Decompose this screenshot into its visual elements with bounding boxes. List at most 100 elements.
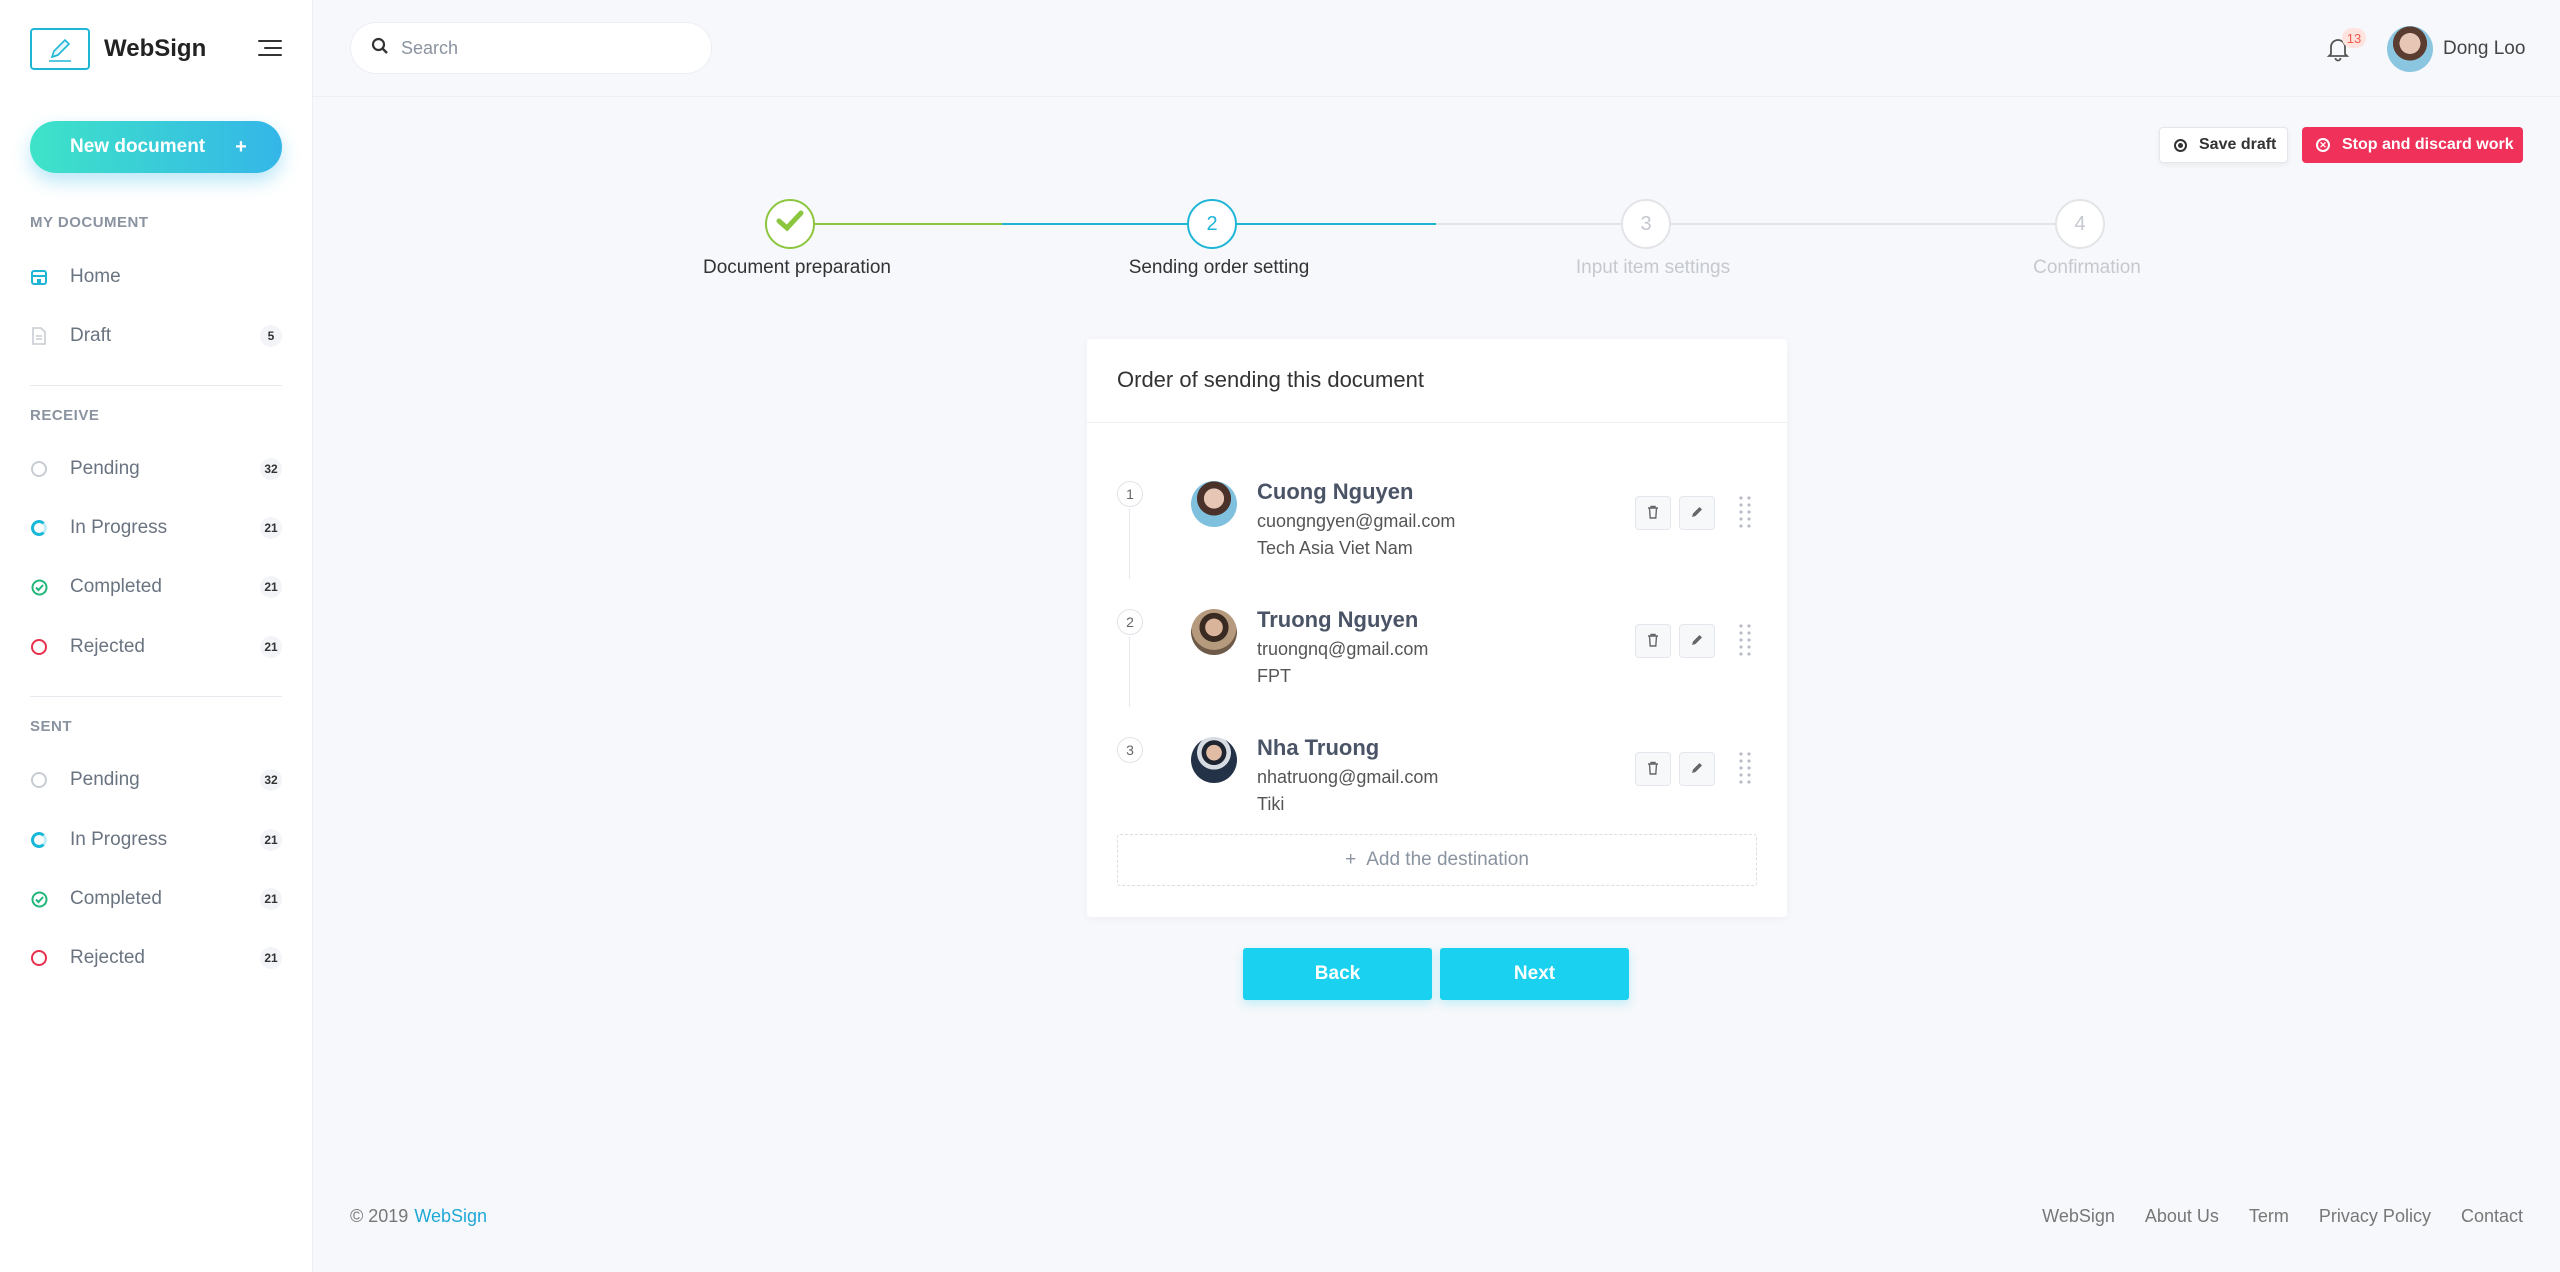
edit-button[interactable] (1679, 496, 1715, 530)
sidebar-item-receive-in-progress[interactable]: In Progress 21 (30, 511, 282, 545)
count-badge: 21 (260, 947, 282, 969)
sidebar-item-receive-rejected[interactable]: Rejected 21 (30, 630, 282, 664)
recipient-email: nhatruong@gmail.com (1257, 767, 1439, 787)
search-box[interactable] (350, 22, 712, 74)
sidebar-item-label: In Progress (70, 829, 168, 850)
delete-button[interactable] (1635, 624, 1671, 658)
count-badge: 21 (260, 829, 282, 851)
recipient-row: 3 Nha Truong nhatruong@gmail.com Tiki (1087, 725, 1787, 835)
step-4-circle[interactable]: 4 (2055, 199, 2105, 249)
in-progress-status-icon (30, 519, 48, 537)
user-name[interactable]: Dong Loo (2443, 38, 2525, 60)
sidebar-item-draft[interactable]: Draft 5 (30, 319, 282, 353)
section-title-my-document: MY DOCUMENT (30, 214, 149, 231)
sidebar-item-sent-pending[interactable]: Pending 32 (30, 763, 282, 797)
sidebar-item-home[interactable]: Home (30, 260, 282, 294)
logo[interactable]: WebSign (30, 28, 206, 70)
card-divider (1087, 422, 1787, 423)
pencil-icon (1690, 505, 1704, 522)
step-3-circle[interactable]: 3 (1621, 199, 1671, 249)
section-title-receive: RECEIVE (30, 407, 100, 424)
footer-link-contact[interactable]: Contact (2461, 1206, 2523, 1227)
recipient-company: FPT (1257, 666, 1291, 686)
recipient-avatar (1191, 737, 1237, 783)
count-badge: 5 (260, 325, 282, 347)
footer-links: WebSign About Us Term Privacy Policy Con… (2012, 1206, 2523, 1227)
pending-status-icon (30, 460, 48, 478)
sidebar-item-label: Completed (70, 888, 162, 909)
step-connector (1002, 223, 1212, 225)
rejected-status-icon (30, 638, 48, 656)
save-draft-label: Save draft (2199, 136, 2277, 153)
edit-button[interactable] (1679, 752, 1715, 786)
sending-order-card: Order of sending this document 1 Cuong N… (1087, 339, 1787, 917)
completed-check-icon (30, 890, 48, 908)
step-1-label: Document preparation (703, 257, 891, 278)
in-progress-status-icon (30, 831, 48, 849)
drag-handle-icon[interactable] (1738, 751, 1752, 787)
step-3-label: Input item settings (1575, 257, 1731, 278)
step-1-circle[interactable] (765, 199, 815, 249)
recipient-row: 2 Truong Nguyen truongnq@gmail.com FPT (1087, 597, 1787, 707)
count-badge: 21 (260, 636, 282, 658)
sidebar-item-receive-completed[interactable]: Completed 21 (30, 570, 282, 604)
count-badge: 21 (260, 888, 282, 910)
recipient-email: cuongngyen@gmail.com (1257, 511, 1456, 531)
search-input[interactable] (401, 37, 681, 59)
sidebar-item-label: Completed (70, 576, 162, 597)
step-connector (1671, 223, 2080, 225)
sidebar-item-label: Draft (70, 325, 112, 346)
save-draft-button[interactable]: Save draft (2159, 127, 2288, 163)
sidebar-item-label: Home (70, 266, 121, 287)
new-document-button[interactable]: New document + (30, 121, 282, 173)
recipient-order: 3 (1117, 737, 1143, 763)
sidebar: WebSign New document + MY DOCUMENT Home … (0, 0, 313, 1272)
recipient-avatar (1191, 609, 1237, 655)
order-connector (1129, 509, 1130, 579)
delete-button[interactable] (1635, 752, 1671, 786)
footer-brand-link[interactable]: WebSign (414, 1206, 487, 1226)
stop-discard-button[interactable]: ✕ Stop and discard work (2302, 127, 2523, 163)
app-name: WebSign (104, 35, 207, 62)
footer-link-term[interactable]: Term (2249, 1206, 2289, 1227)
trash-icon (1647, 633, 1659, 650)
new-document-label: New document (70, 136, 206, 157)
record-icon (2174, 138, 2187, 152)
delete-button[interactable] (1635, 496, 1671, 530)
plus-icon: + (1345, 849, 1357, 870)
drag-handle-icon[interactable] (1738, 495, 1752, 531)
sidebar-item-sent-completed[interactable]: Completed 21 (30, 882, 282, 916)
footer-copyright: © 2019 WebSign (350, 1206, 487, 1227)
pen-icon (30, 28, 90, 70)
count-badge: 21 (260, 576, 282, 598)
recipient-name: Cuong Nguyen (1257, 479, 1414, 504)
step-2-circle[interactable]: 2 (1187, 199, 1237, 249)
recipient-row: 1 Cuong Nguyen cuongngyen@gmail.com Tech… (1087, 469, 1787, 579)
next-button[interactable]: Next (1440, 948, 1629, 1000)
footer-link-websign[interactable]: WebSign (2042, 1206, 2115, 1227)
footer-link-about-us[interactable]: About Us (2145, 1206, 2219, 1227)
back-button[interactable]: Back (1243, 948, 1432, 1000)
user-avatar[interactable] (2387, 26, 2433, 72)
header-divider (313, 96, 2560, 97)
step-connector (815, 223, 1002, 225)
edit-button[interactable] (1679, 624, 1715, 658)
footer-link-privacy-policy[interactable]: Privacy Policy (2319, 1206, 2431, 1227)
check-icon (776, 209, 804, 239)
sidebar-item-label: Pending (70, 458, 140, 479)
trash-icon (1647, 505, 1659, 522)
document-icon (30, 327, 48, 345)
step-4-label: Confirmation (2033, 257, 2141, 278)
sidebar-item-receive-pending[interactable]: Pending 32 (30, 452, 282, 486)
drag-handle-icon[interactable] (1738, 623, 1752, 659)
card-title: Order of sending this document (1117, 367, 1424, 392)
sidebar-item-sent-rejected[interactable]: Rejected 21 (30, 941, 282, 975)
search-icon (371, 37, 389, 60)
add-destination-button[interactable]: + Add the destination (1117, 834, 1757, 886)
step-connector (1237, 223, 1436, 225)
recipient-order: 2 (1117, 609, 1143, 635)
menu-toggle-icon[interactable] (258, 40, 282, 58)
divider (30, 385, 282, 386)
sidebar-item-sent-in-progress[interactable]: In Progress 21 (30, 823, 282, 857)
section-title-sent: SENT (30, 718, 73, 735)
